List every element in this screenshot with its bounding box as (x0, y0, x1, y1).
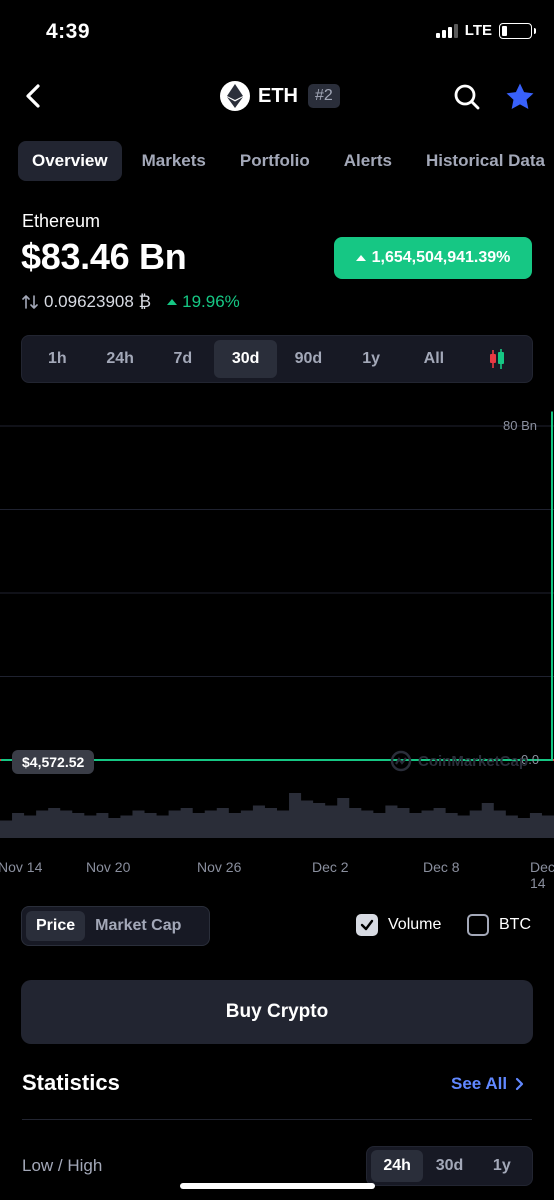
status-bar: 4:39 LTE (0, 0, 554, 66)
x-axis-label: Dec 8 (423, 859, 460, 875)
x-axis-label: Nov 26 (197, 859, 242, 875)
range-1y[interactable]: 1y (340, 340, 403, 378)
tab-markets[interactable]: Markets (128, 141, 220, 181)
divider (22, 1119, 532, 1120)
rank-badge: #2 (308, 84, 340, 108)
status-icons: LTE (435, 22, 536, 39)
stat-period-1y[interactable]: 1y (476, 1150, 528, 1182)
see-all-link[interactable]: See All (451, 1074, 525, 1094)
price-line (1, 411, 553, 761)
btc-label: BTC (499, 916, 531, 933)
chevron-left-icon (26, 84, 40, 108)
see-all-label: See All (451, 1074, 508, 1093)
range-90d[interactable]: 90d (277, 340, 340, 378)
low-high-label: Low / High (22, 1156, 103, 1175)
y-axis-top-label: 80 Bn (503, 418, 537, 433)
buy-crypto-button[interactable]: Buy Crypto (21, 980, 533, 1044)
nav-bar: ETH #2 (0, 70, 554, 124)
checkmark-icon (360, 919, 374, 931)
search-button[interactable] (452, 82, 482, 112)
price-chart[interactable]: 80 Bn 0.0 CoinMarketCap $4,572.52 Nov 14… (0, 410, 554, 891)
btc-price-row: 0.09623908 ₿ 19.96% (22, 292, 240, 312)
range-30d[interactable]: 30d (214, 340, 277, 378)
statistics-title: Statistics (22, 1070, 120, 1095)
tab-overview[interactable]: Overview (18, 141, 122, 181)
section-tabs: Overview Markets Portfolio Alerts Histor… (18, 140, 554, 182)
arrow-up-icon (355, 255, 366, 261)
search-icon (454, 84, 480, 110)
range-all[interactable]: All (403, 340, 466, 378)
time-range-selector: 1h 24h 7d 30d 90d 1y All (21, 335, 533, 383)
signal-icon (435, 23, 458, 38)
coin-title: ETH #2 (220, 81, 340, 111)
stat-period-30d[interactable]: 30d (423, 1150, 475, 1182)
watchlist-star-button[interactable] (503, 80, 537, 114)
ethereum-logo-icon (220, 81, 250, 111)
back-button[interactable] (16, 78, 52, 114)
tab-alerts[interactable]: Alerts (330, 141, 406, 181)
swap-arrows-icon (22, 295, 38, 309)
coinmarketcap-logo-icon (390, 750, 412, 772)
range-24h[interactable]: 24h (89, 340, 152, 378)
btc-change-value: 19.96% (182, 292, 240, 311)
x-axis-label: Dec 2 (312, 859, 349, 875)
star-icon (506, 83, 534, 110)
btc-price: 0.09623908 ₿ (44, 292, 152, 311)
volume-label: Volume (388, 916, 442, 933)
price-chart-svg (0, 411, 554, 838)
x-axis-label: Dec 14 (530, 859, 554, 891)
tab-portfolio[interactable]: Portfolio (226, 141, 324, 181)
statistics-period-selector: 24h 30d 1y (366, 1146, 533, 1186)
price-change-badge: 1,654,504,941.39% (334, 237, 532, 279)
x-axis-label: Nov 14 (0, 859, 43, 875)
range-7d[interactable]: 7d (152, 340, 215, 378)
volume-bars (0, 793, 554, 838)
coinmarketcap-watermark: CoinMarketCap (390, 750, 528, 772)
price-change-value: 1,654,504,941.39% (371, 249, 511, 266)
chevron-right-icon (515, 1077, 524, 1091)
coin-price: $83.46 Bn (21, 236, 187, 277)
coin-name: Ethereum (22, 211, 101, 231)
network-label: LTE (464, 22, 492, 39)
volume-checkbox-row[interactable]: Volume (356, 914, 441, 936)
stat-period-24h[interactable]: 24h (371, 1150, 424, 1182)
toggle-price[interactable]: Price (26, 911, 86, 941)
home-indicator (180, 1183, 375, 1189)
btc-change: 19.96% (167, 292, 240, 312)
watermark-text: CoinMarketCap (418, 752, 529, 770)
arrow-up-icon (167, 299, 178, 305)
x-axis-label: Nov 20 (86, 859, 131, 875)
coin-symbol: ETH (258, 84, 298, 107)
btc-checkbox-row[interactable]: BTC (467, 914, 531, 936)
volume-checkbox[interactable] (356, 914, 378, 936)
candlestick-chart-button[interactable] (465, 348, 528, 370)
range-1h[interactable]: 1h (26, 340, 89, 378)
btc-checkbox[interactable] (467, 914, 489, 936)
battery-icon (499, 22, 536, 39)
candlestick-icon (489, 349, 504, 369)
tab-historical-data[interactable]: Historical Data (412, 141, 554, 181)
toggle-market-cap[interactable]: Market Cap (85, 911, 191, 941)
current-price-tag: $4,572.52 (12, 750, 95, 774)
price-marketcap-toggle: Price Market Cap (21, 906, 210, 946)
status-time: 4:39 (46, 20, 91, 43)
